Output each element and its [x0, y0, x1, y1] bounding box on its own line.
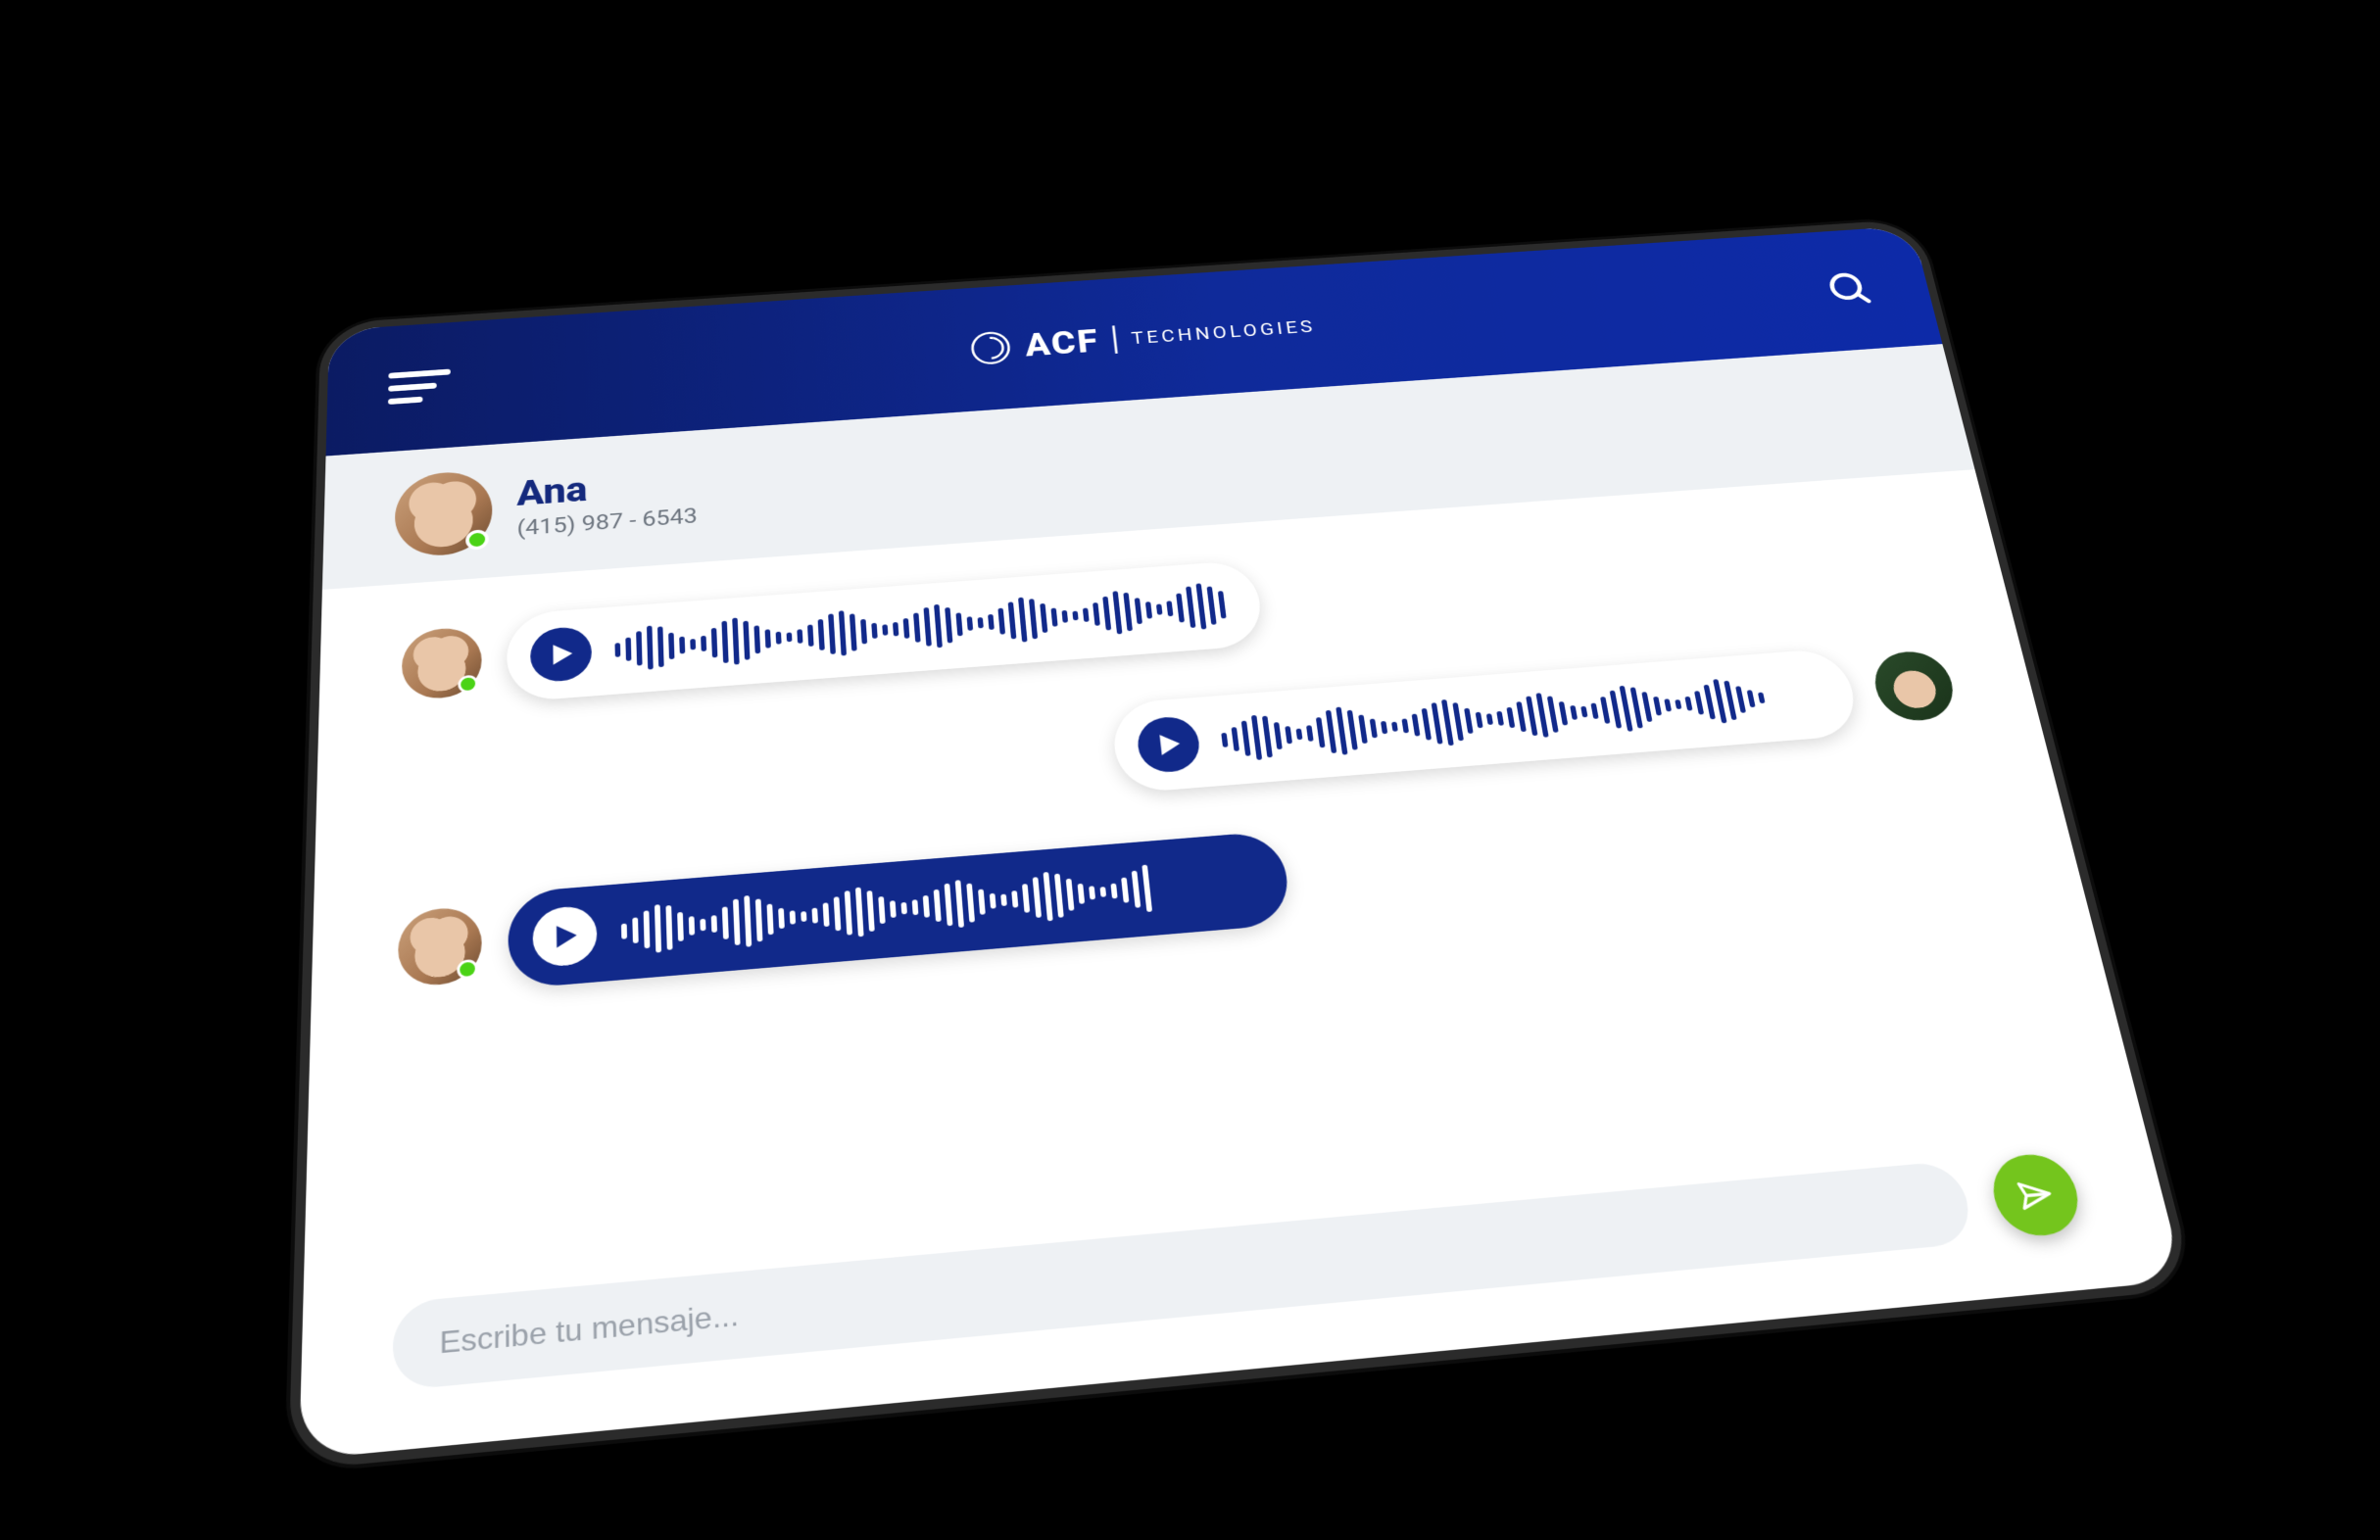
brand-subtitle: TECHNOLOGIES	[1131, 316, 1317, 349]
waveform	[621, 863, 1153, 957]
contact-avatar[interactable]	[395, 469, 493, 558]
chat-thread	[299, 469, 2184, 1460]
globe-icon	[970, 330, 1011, 365]
online-status-dot	[458, 675, 477, 694]
brand-divider	[1112, 325, 1118, 354]
message-avatar-agent[interactable]	[1869, 650, 1961, 724]
play-icon[interactable]	[530, 625, 592, 683]
send-button[interactable]	[1985, 1151, 2086, 1239]
waveform	[614, 582, 1228, 674]
voice-message-bubble[interactable]	[508, 831, 1292, 989]
online-status-dot	[457, 959, 477, 980]
voice-message-bubble[interactable]	[507, 559, 1265, 702]
waveform	[1219, 674, 1769, 764]
search-icon[interactable]	[1822, 268, 1875, 311]
message-input[interactable]	[392, 1160, 1975, 1391]
play-icon[interactable]	[532, 904, 597, 968]
brand-name: ACF	[1023, 322, 1100, 363]
play-icon[interactable]	[1136, 715, 1202, 774]
send-icon	[2013, 1175, 2059, 1215]
message-avatar-ana[interactable]	[398, 905, 482, 987]
voice-message-bubble[interactable]	[1110, 648, 1862, 794]
menu-icon[interactable]	[388, 361, 451, 411]
brand-logo-block: ACF TECHNOLOGIES	[970, 308, 1318, 367]
composer	[299, 1107, 2184, 1460]
message-avatar-ana[interactable]	[402, 626, 482, 701]
online-status-dot	[465, 529, 489, 551]
chat-app-device: ACF TECHNOLOGIES Ana (415) 987 - 6543	[299, 225, 2184, 1460]
